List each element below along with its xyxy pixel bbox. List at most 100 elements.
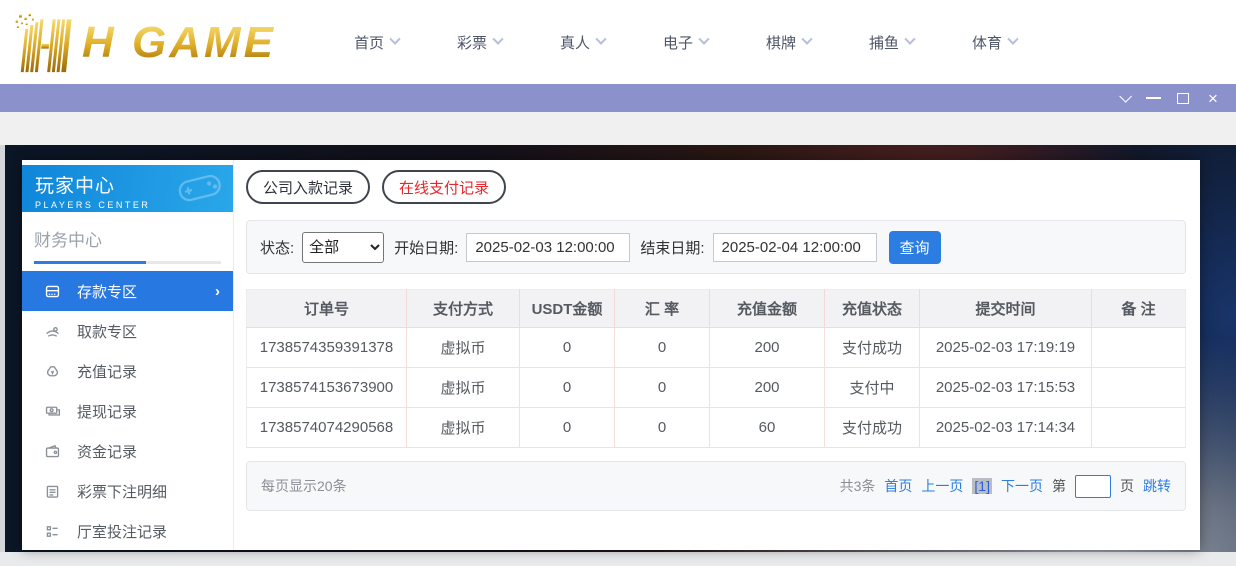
cell-recharge-amount: 200	[710, 328, 825, 368]
window-close-button[interactable]: ×	[1198, 84, 1228, 112]
money-bag-icon	[44, 363, 61, 380]
page-size-text: 每页显示20条	[261, 476, 347, 496]
window-titlebar: ×	[0, 84, 1236, 112]
cell-recharge-status: 支付成功	[825, 328, 920, 368]
nav-item-live[interactable]: 真人	[560, 32, 663, 53]
nav-item-cards[interactable]: 棋牌	[766, 32, 869, 53]
jump-button[interactable]: 跳转	[1143, 476, 1171, 496]
pagination-controls: 共3条 首页 上一页 [1] 下一页 第 页 跳转	[840, 475, 1171, 498]
chevron-down-icon	[595, 34, 606, 45]
status-select[interactable]: 全部	[302, 232, 384, 263]
subheader-strip	[0, 112, 1236, 145]
chevron-down-icon	[492, 34, 503, 45]
cell-remark	[1092, 368, 1186, 408]
status-label: 状态:	[260, 237, 294, 258]
chevron-down-icon	[389, 34, 400, 45]
header-order-number: 订单号	[247, 290, 407, 328]
table-header-row: 订单号 支付方式 USDT金额 汇 率 充值金额 充值状态 提交时间 备 注	[247, 290, 1186, 328]
page-prefix-label: 第	[1052, 476, 1066, 496]
chevron-down-icon	[904, 34, 915, 45]
cell-usdt-amount: 0	[520, 368, 615, 408]
header-recharge-amount: 充值金额	[710, 290, 825, 328]
chevron-right-icon: ›	[215, 283, 220, 300]
header-submit-time: 提交时间	[920, 290, 1092, 328]
cell-submit-time: 2025-02-03 17:14:34	[920, 408, 1092, 448]
next-page-link[interactable]: 下一页	[1001, 476, 1043, 496]
header-recharge-status: 充值状态	[825, 290, 920, 328]
cell-order-number: 1738574074290568	[247, 408, 407, 448]
wallet-icon	[44, 443, 61, 460]
search-button[interactable]: 查询	[889, 231, 941, 264]
cell-recharge-amount: 60	[710, 408, 825, 448]
sidebar-item-recharge-records[interactable]: 充值记录	[22, 351, 233, 391]
close-icon: ×	[1208, 90, 1218, 107]
nav-item-home[interactable]: 首页	[354, 32, 457, 53]
deposit-card-icon	[44, 283, 61, 300]
chevron-down-icon	[698, 34, 709, 45]
main-nav: 首页 彩票 真人 电子 棋牌 捕鱼 体育	[354, 32, 1075, 53]
cell-exchange-rate: 0	[615, 328, 710, 368]
window-maximize-button[interactable]	[1168, 84, 1198, 112]
end-date-label: 结束日期:	[640, 237, 704, 258]
cell-submit-time: 2025-02-03 17:19:19	[920, 328, 1092, 368]
bottom-strip	[0, 552, 1236, 566]
cell-exchange-rate: 0	[615, 408, 710, 448]
sidebar-item-withdraw-zone[interactable]: 取款专区	[22, 311, 233, 351]
cell-recharge-amount: 200	[710, 368, 825, 408]
filter-bar: 状态: 全部 开始日期: 结束日期: 查询	[246, 220, 1186, 274]
sidebar-section-title: 财务中心	[34, 226, 221, 264]
window-minimize-button[interactable]	[1138, 84, 1168, 112]
header-exchange-rate: 汇 率	[615, 290, 710, 328]
table-row: 1738574074290568 虚拟币 0 0 60 支付成功 2025-02…	[247, 408, 1186, 448]
start-date-input[interactable]	[466, 233, 630, 262]
sidebar-item-fund-records[interactable]: 资金记录	[22, 431, 233, 471]
sidebar-item-withdrawal-records[interactable]: 提现记录	[22, 391, 233, 431]
tab-online-payment-records[interactable]: 在线支付记录	[382, 170, 506, 204]
nav-item-slots[interactable]: 电子	[663, 32, 766, 53]
cell-exchange-rate: 0	[615, 368, 710, 408]
cell-recharge-status: 支付中	[825, 368, 920, 408]
cell-payment-method: 虚拟币	[407, 408, 520, 448]
header-remark: 备 注	[1092, 290, 1186, 328]
cell-usdt-amount: 0	[520, 328, 615, 368]
sidebar-item-hall-bet-records[interactable]: 厅室投注记录	[22, 511, 233, 551]
tab-company-deposit-records[interactable]: 公司入款记录	[246, 170, 370, 204]
pagination-bar: 每页显示20条 共3条 首页 上一页 [1] 下一页 第 页 跳转	[246, 461, 1186, 511]
cell-usdt-amount: 0	[520, 408, 615, 448]
cell-remark	[1092, 328, 1186, 368]
table-row: 1738574153673900 虚拟币 0 0 200 支付中 2025-02…	[247, 368, 1186, 408]
window-collapse-button[interactable]	[1108, 84, 1138, 112]
cell-order-number: 1738574359391378	[247, 328, 407, 368]
end-date-input[interactable]	[713, 233, 877, 262]
cell-payment-method: 虚拟币	[407, 368, 520, 408]
chevron-down-icon	[801, 34, 812, 45]
cash-cards-icon	[44, 403, 61, 420]
prev-page-link[interactable]: 上一页	[921, 476, 963, 496]
sidebar-item-lottery-bet-details[interactable]: 彩票下注明细	[22, 471, 233, 511]
player-center-panel: 玩家中心 PLAYERS CENTER 财务中心 存	[22, 160, 1200, 550]
nav-item-sports[interactable]: 体育	[972, 32, 1075, 53]
hand-money-icon	[44, 323, 61, 340]
chevron-down-icon	[1119, 90, 1132, 103]
sidebar-item-deposit-zone[interactable]: 存款专区 ›	[22, 271, 233, 311]
page-number-input[interactable]	[1075, 475, 1111, 498]
logo-text: H GAME	[82, 21, 276, 73]
sidebar: 玩家中心 PLAYERS CENTER 财务中心 存	[22, 160, 234, 550]
nav-item-lottery[interactable]: 彩票	[457, 32, 560, 53]
nav-item-fishing[interactable]: 捕鱼	[869, 32, 972, 53]
cell-order-number: 1738574153673900	[247, 368, 407, 408]
app-header: H GAME 首页 彩票 真人 电子 棋牌 捕鱼 体育	[0, 0, 1236, 84]
header-usdt-amount: USDT金额	[520, 290, 615, 328]
header-payment-method: 支付方式	[407, 290, 520, 328]
cell-submit-time: 2025-02-03 17:15:53	[920, 368, 1092, 408]
payment-records-table: 订单号 支付方式 USDT金额 汇 率 充值金额 充值状态 提交时间 备 注 1…	[246, 289, 1186, 448]
brand-logo: H GAME	[12, 11, 304, 73]
chevron-down-icon	[1007, 34, 1018, 45]
sidebar-menu: 存款专区 › 取款专区 充值记录	[22, 271, 233, 551]
record-tabs: 公司入款记录 在线支付记录	[246, 170, 1186, 204]
current-page-indicator[interactable]: [1]	[972, 478, 992, 494]
total-count-text: 共3条	[840, 476, 876, 496]
minimize-icon	[1146, 97, 1161, 99]
cell-payment-method: 虚拟币	[407, 328, 520, 368]
first-page-link[interactable]: 首页	[884, 476, 912, 496]
